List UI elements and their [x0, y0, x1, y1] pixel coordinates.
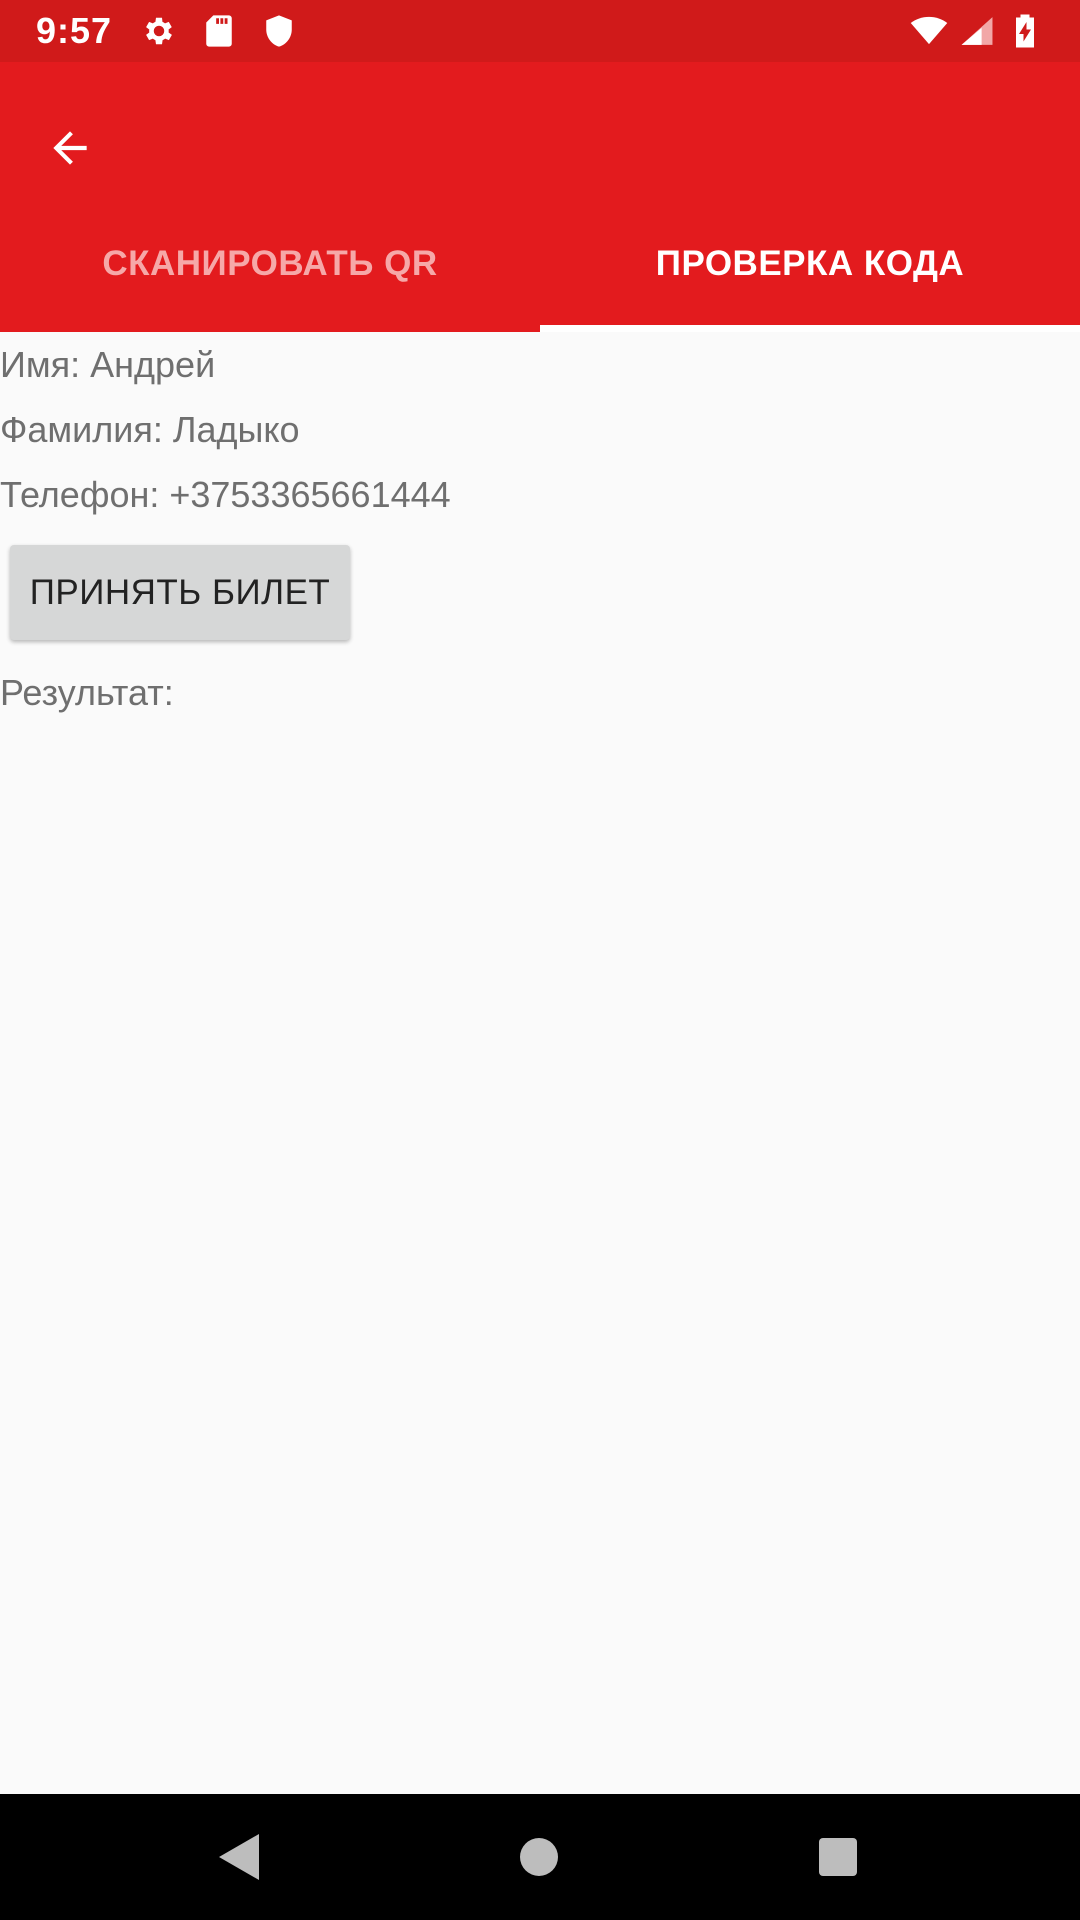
back-button[interactable]: [28, 106, 112, 190]
battery-charging-icon: [1006, 12, 1044, 50]
name-text: Имя: Андрей: [0, 344, 216, 385]
tab-check-code[interactable]: ПРОВЕРКА КОДА: [540, 204, 1080, 332]
accept-ticket-button[interactable]: ПРИНЯТЬ БИЛЕТ: [10, 545, 350, 640]
surname-text: Фамилия: Ладыко: [0, 409, 300, 450]
nav-back-button[interactable]: [206, 1824, 272, 1890]
cell-signal-icon: [958, 12, 996, 50]
tab-scan-qr[interactable]: СКАНИРОВАТЬ QR: [0, 204, 540, 332]
tab-bar: СКАНИРОВАТЬ QR ПРОВЕРКА КОДА: [0, 204, 1080, 332]
shield-icon: [260, 12, 298, 50]
surname-line: Фамилия: Ладыко: [0, 397, 1080, 462]
result-label: Результат:: [0, 672, 174, 713]
nav-recents-button[interactable]: [805, 1824, 871, 1890]
nav-home-icon: [520, 1838, 558, 1876]
phone-text: Телефон: +3753365661444: [0, 474, 451, 515]
nav-home-button[interactable]: [506, 1824, 572, 1890]
status-right-icons: [910, 12, 1044, 50]
wifi-icon: [910, 12, 948, 50]
status-time: 9:57: [36, 10, 113, 51]
content: Имя: Андрей Фамилия: Ладыко Телефон: +37…: [0, 332, 1080, 713]
gear-icon: [140, 12, 178, 50]
app-bar: СКАНИРОВАТЬ QR ПРОВЕРКА КОДА: [0, 62, 1080, 332]
nav-recents-icon: [819, 1838, 857, 1876]
name-line: Имя: Андрей: [0, 332, 1080, 397]
screen: 9:57 СКАНИРОВАТЬ QR ПРОВЕРКА КОДА Имя: А…: [0, 0, 1080, 1920]
phone-line: Телефон: +3753365661444: [0, 462, 1080, 527]
sd-card-icon: [200, 12, 238, 50]
navigation-bar: [0, 1794, 1080, 1920]
nav-back-icon: [219, 1834, 259, 1880]
status-bar: 9:57: [0, 0, 1080, 62]
status-left-icons: [140, 12, 298, 50]
arrow-back-icon: [53, 131, 87, 165]
